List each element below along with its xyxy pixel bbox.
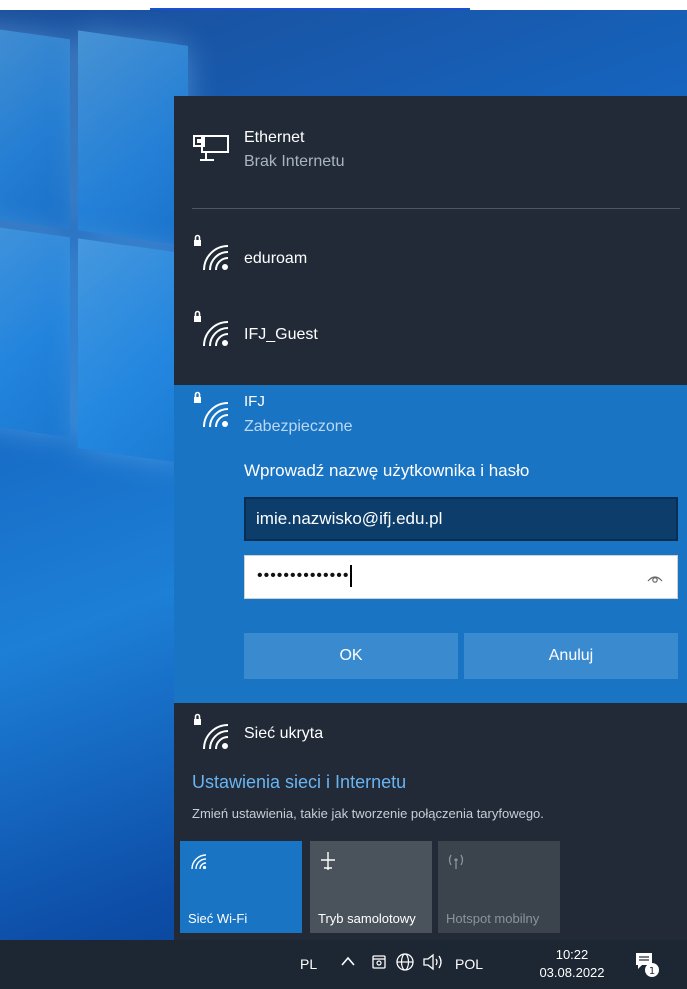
keyboard-language[interactable]: PL [300,956,317,972]
taskbar: PL POL 10:22 03.08.2022 1 [0,940,687,989]
ethernet-item[interactable]: Ethernet Brak Internetu [174,96,687,206]
wifi-secured-icon [192,713,232,753]
tile-label: Hotspot mobilny [446,911,540,926]
windows-logo-background [0,0,190,546]
network-name: IFJ_Guest [244,326,318,343]
password-field[interactable]: •••••••••••••• [244,555,678,599]
notification-center-icon[interactable]: 1 [634,950,660,978]
reveal-password-icon[interactable] [647,571,663,583]
clock[interactable]: 10:22 03.08.2022 [534,946,610,982]
username-field[interactable]: imie.nazwisko@ifj.edu.pl [244,497,678,541]
text-caret [350,565,353,587]
notification-count: 1 [649,966,655,977]
password-mask: •••••••••••••• [257,567,350,585]
clock-time: 10:22 [555,947,589,962]
network-name: eduroam [244,250,308,267]
tile-label: Tryb samolotowy [318,911,416,926]
volume-icon[interactable] [422,952,446,972]
tile-label: Sieć Wi-Fi [188,911,248,926]
network-item-eduroam[interactable]: eduroam [174,220,687,286]
wifi-icon [188,851,208,871]
credentials-prompt: Wprowadź nazwę użytkownika i hasło [244,461,530,480]
ethernet-status: Brak Internetu [244,153,345,170]
divider [192,208,680,209]
network-settings-description: Zmień ustawienia, takie jak tworzenie po… [192,806,544,821]
input-language[interactable]: POL [455,956,483,972]
network-settings-link[interactable]: Ustawienia sieci i Internetu [192,772,406,793]
underlined-link-fragment [150,0,470,10]
wifi-toggle-tile[interactable]: Sieć Wi-Fi [180,841,302,933]
clock-date: 03.08.2022 [539,965,605,980]
ethernet-name: Ethernet [244,129,305,146]
mobile-hotspot-tile[interactable]: Hotspot mobilny [438,841,560,933]
wifi-secured-icon [192,310,232,350]
airplane-mode-tile[interactable]: Tryb samolotowy [310,841,432,933]
network-name: Sieć ukryta [244,725,324,742]
network-item-ifj-guest[interactable]: IFJ_Guest [174,296,687,362]
network-globe-icon[interactable] [395,952,415,972]
meet-now-icon[interactable] [370,952,388,970]
network-name: IFJ [244,393,265,410]
ethernet-icon [192,130,232,170]
wifi-secured-icon [192,234,232,274]
wifi-secured-icon [192,391,232,431]
network-item-hidden[interactable]: Sieć ukryta [174,703,687,763]
chevron-up-icon[interactable] [340,954,356,968]
network-security-status: Zabezpieczone [244,418,353,435]
page-strip [0,0,687,10]
network-flyout: Ethernet Brak Internetu eduroam IFJ_Gues… [174,96,687,940]
cancel-button[interactable]: Anuluj [464,633,678,679]
ok-button[interactable]: OK [244,633,458,679]
network-item-ifj-expanded: IFJ Zabezpieczone Wprowadź nazwę użytkow… [174,385,687,703]
airplane-icon [318,851,338,871]
hotspot-icon [446,851,466,871]
